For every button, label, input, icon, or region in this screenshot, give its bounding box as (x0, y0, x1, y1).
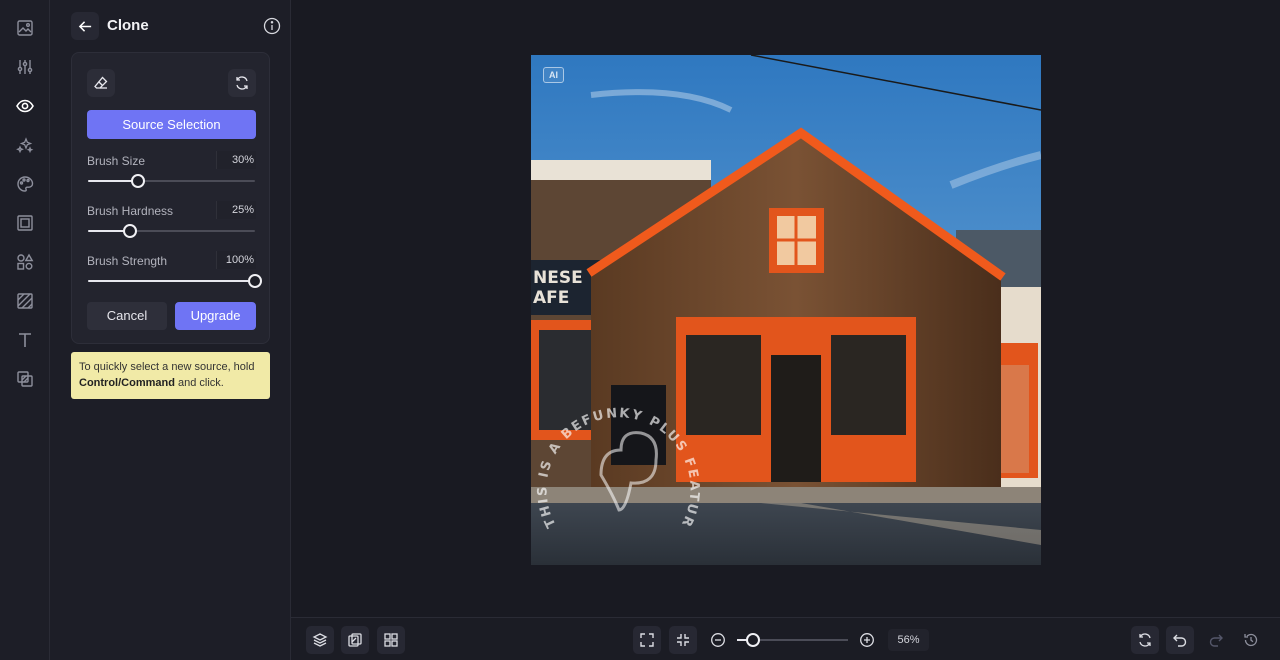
refresh-icon (236, 76, 248, 90)
info-icon[interactable] (263, 17, 281, 35)
slider-label: Brush Hardness (87, 204, 174, 218)
app-window: Clone Source Selection Brush Size 30% Br… (0, 0, 1280, 660)
slider-thumb[interactable] (122, 224, 137, 238)
expand-icon (640, 633, 654, 647)
texture-icon[interactable] (13, 289, 37, 313)
shapes-icon[interactable] (13, 250, 37, 274)
sparkles-icon[interactable] (13, 133, 37, 157)
slider-label: Brush Strength (87, 254, 168, 268)
panel-header: Clone (71, 12, 281, 40)
redo-icon (1209, 634, 1223, 647)
shrink-icon (677, 634, 689, 646)
undo-button[interactable] (1166, 626, 1194, 654)
clone-settings-card: Source Selection Brush Size 30% Brush Ha… (71, 52, 270, 344)
compare-button[interactable] (341, 626, 369, 654)
text-icon[interactable] (13, 328, 37, 352)
source-selection-button[interactable]: Source Selection (87, 110, 256, 139)
brush-strength-slider[interactable]: Brush Strength 100% (87, 251, 262, 294)
zoom-out-button[interactable] (704, 626, 732, 654)
slider-thumb[interactable] (131, 174, 146, 188)
adjust-sliders-icon[interactable] (13, 55, 37, 79)
shortcut-tip: To quickly select a new source, hold Con… (71, 352, 270, 399)
reset-button[interactable] (228, 69, 256, 97)
ai-badge: AI (543, 67, 564, 83)
eraser-icon (94, 76, 108, 89)
back-button[interactable] (71, 12, 99, 40)
sync-button[interactable] (1131, 626, 1159, 654)
sign-text-line1: NESE (533, 268, 583, 288)
layers-button[interactable] (306, 626, 334, 654)
zoom-in-button[interactable] (853, 626, 881, 654)
zoom-out-icon (711, 633, 725, 647)
house-photo: NESE AFE THIS IS A BEFUNKY PLUS FEATUR (531, 55, 1041, 565)
arrow-left-icon (78, 20, 91, 32)
brush-hardness-slider[interactable]: Brush Hardness 25% (87, 201, 256, 244)
compare-icon (348, 633, 362, 647)
slider-value[interactable]: 100% (216, 251, 256, 269)
eye-icon[interactable] (13, 94, 37, 118)
sign-text-line2: AFE (533, 288, 569, 308)
brush-size-slider[interactable]: Brush Size 30% (87, 151, 256, 194)
zoom-value[interactable]: 56% (888, 629, 929, 651)
tip-shortcut: Control/Command (79, 377, 175, 389)
slider-label: Brush Size (87, 154, 146, 168)
undo-icon (1173, 634, 1187, 647)
slider-track[interactable] (88, 274, 262, 288)
layers-icon (312, 633, 328, 647)
frame-icon[interactable] (13, 211, 37, 235)
slider-track[interactable] (88, 174, 255, 188)
zoom-slider-thumb[interactable] (745, 633, 760, 647)
history-button[interactable] (1237, 626, 1265, 654)
zoom-in-icon (860, 633, 874, 647)
slider-value[interactable]: 25% (216, 201, 256, 219)
refresh-icon (1139, 633, 1151, 647)
zoom-slider[interactable] (737, 633, 848, 647)
photo-canvas-image[interactable]: NESE AFE THIS IS A BEFUNKY PLUS FEATUR A… (531, 55, 1041, 565)
tip-text-before: To quickly select a new source, hold (79, 361, 255, 373)
grid-view-button[interactable] (377, 626, 405, 654)
slider-thumb[interactable] (248, 274, 262, 288)
overlay-icon[interactable] (13, 367, 37, 391)
grid-icon (384, 633, 398, 647)
tip-text-after: and click. (174, 377, 224, 389)
fit-to-screen-button[interactable] (633, 626, 661, 654)
tool-rail (0, 0, 50, 660)
image-icon[interactable] (13, 16, 37, 40)
slider-value[interactable]: 30% (216, 151, 256, 169)
history-icon (1244, 633, 1258, 647)
panel-title: Clone (107, 17, 149, 34)
slider-track[interactable] (88, 224, 255, 238)
slider-fill (88, 280, 255, 282)
actual-size-button[interactable] (669, 626, 697, 654)
palette-icon[interactable] (13, 172, 37, 196)
bottom-toolbar: 56% (291, 617, 1280, 660)
eraser-button[interactable] (87, 69, 115, 97)
cancel-button[interactable]: Cancel (87, 302, 167, 330)
redo-button[interactable] (1202, 626, 1230, 654)
upgrade-button[interactable]: Upgrade (175, 302, 256, 330)
